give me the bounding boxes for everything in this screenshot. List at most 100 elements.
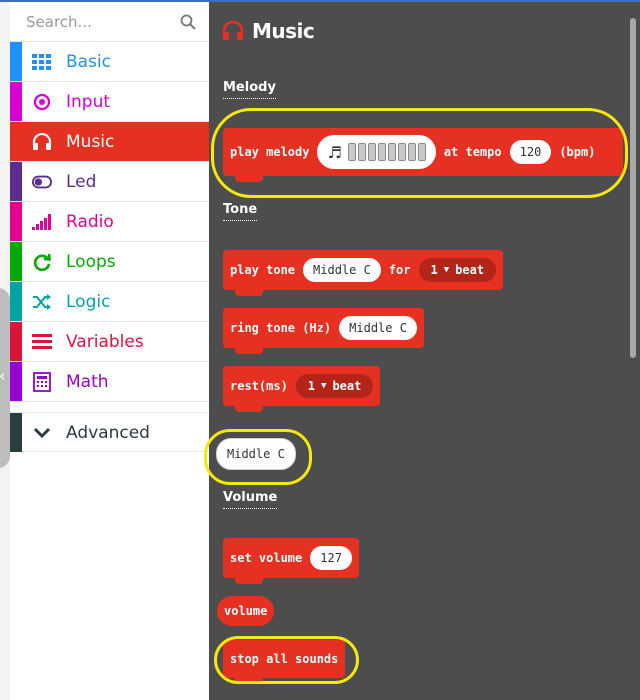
beat-dropdown[interactable]: 1 ▼ beat (418, 258, 497, 282)
melody-cell (397, 143, 406, 161)
category-label: Basic (66, 52, 112, 72)
category-label: Radio (66, 212, 114, 232)
category-label: Led (66, 172, 97, 192)
melody-cell (357, 143, 366, 161)
flyout-title-text: Music (252, 19, 315, 43)
music-note-icon: ♬ (327, 142, 342, 162)
stop-all-sounds-block[interactable]: stop all sounds (223, 640, 346, 684)
category-label: Logic (66, 292, 111, 312)
reporter-text: Middle C (227, 447, 285, 461)
flyout-title: Music (222, 18, 315, 44)
middle-c-note-reporter[interactable]: Middle C (216, 438, 296, 470)
calculator-icon (32, 372, 52, 392)
block-text: play melody (230, 145, 310, 159)
section-underline (223, 98, 276, 99)
caret-down-icon: ▼ (443, 265, 450, 275)
section-label: Volume (223, 490, 278, 505)
beat-dropdown[interactable]: 1 ▼ beat (295, 374, 374, 398)
category-advanced[interactable]: Advanced (10, 412, 209, 452)
melody-cell (367, 143, 376, 161)
beat-unit: beat (332, 379, 362, 393)
section-heading-tone: Tone (223, 202, 258, 221)
block-flyout (209, 2, 640, 700)
melody-cell (377, 143, 386, 161)
section-heading-melody: Melody (223, 80, 276, 99)
headphones-icon (32, 132, 52, 152)
category-input[interactable]: Input (10, 82, 209, 122)
category-color-bar (10, 242, 22, 281)
chevron-down-icon (32, 423, 52, 443)
volume-input[interactable]: 127 (310, 546, 352, 570)
volume-reporter[interactable]: volume (217, 596, 275, 626)
block-text: set volume (230, 551, 303, 565)
search-input[interactable]: Search... (26, 13, 92, 31)
section-label: Tone (223, 202, 258, 217)
beat-value: 1 (430, 263, 438, 277)
melody-cell (387, 143, 396, 161)
category-color-bar (10, 82, 22, 121)
note-input[interactable]: Middle C (339, 316, 417, 340)
chevron-left-icon[interactable]: ‹ (0, 366, 5, 386)
section-underline (223, 508, 278, 509)
category-color-bar (10, 322, 22, 361)
block-text: at tempo (443, 145, 502, 159)
radio-button-icon (32, 92, 52, 112)
category-math[interactable]: Math (10, 362, 209, 402)
workspace-edge: ‹ (0, 2, 10, 700)
section-heading-volume: Volume (223, 490, 278, 509)
tempo-input[interactable]: 120 (509, 140, 552, 164)
melody-cell (407, 143, 416, 161)
category-label: Input (66, 92, 111, 112)
melody-editor-field[interactable]: ♬ (317, 135, 436, 169)
category-label: Loops (66, 252, 116, 272)
refresh-icon (32, 252, 52, 272)
block-text: rest(ms) (230, 379, 288, 393)
note-input[interactable]: Middle C (303, 258, 381, 282)
block-text: play tone (230, 263, 296, 277)
category-color-bar (10, 282, 22, 321)
category-loops[interactable]: Loops (10, 242, 209, 282)
category-label: Music (66, 132, 115, 152)
flyout-scrollbar[interactable] (630, 18, 636, 358)
ring-tone-block[interactable]: ring tone (Hz) Middle C (223, 308, 424, 354)
headphones-icon (222, 21, 244, 40)
category-led[interactable]: Led (10, 162, 209, 202)
block-text: (bpm) (559, 145, 596, 159)
beat-value: 1 (307, 379, 316, 393)
category-variables[interactable]: Variables (10, 322, 209, 362)
toolbox-sidebar: Search... Basic Input Music Led Radio Lo… (10, 2, 209, 700)
category-basic[interactable]: Basic (10, 42, 209, 82)
block-text: ring tone (Hz) (230, 321, 332, 335)
section-label: Melody (223, 80, 276, 95)
melody-cell (417, 143, 426, 161)
caret-down-icon: ▼ (321, 381, 327, 391)
category-color-bar (10, 362, 22, 401)
category-color-bar (10, 122, 22, 161)
category-label: Variables (66, 332, 144, 352)
category-label: Math (66, 372, 109, 392)
melody-cell (347, 143, 356, 161)
rest-block[interactable]: rest(ms) 1 ▼ beat (223, 366, 381, 412)
play-melody-block[interactable]: play melody ♬ at tempo 120 (bpm) (223, 128, 623, 182)
toggle-icon (32, 172, 52, 192)
category-color-bar (10, 162, 22, 201)
category-music[interactable]: Music (10, 122, 209, 162)
set-volume-block[interactable]: set volume 127 (223, 538, 359, 584)
category-color-bar (10, 42, 22, 81)
beat-unit: beat (455, 263, 485, 277)
search-box[interactable]: Search... (10, 2, 209, 42)
shuffle-icon (32, 292, 52, 312)
category-color-bar (10, 202, 22, 241)
search-icon[interactable] (180, 14, 196, 30)
category-radio[interactable]: Radio (10, 202, 209, 242)
signal-bars-icon (32, 212, 52, 232)
category-color-bar (10, 413, 22, 452)
play-tone-block[interactable]: play tone Middle C for 1 ▼ beat (223, 250, 504, 296)
category-label: Advanced (66, 423, 150, 443)
block-text: stop all sounds (230, 652, 339, 666)
section-underline (223, 220, 258, 221)
block-text: for (388, 263, 411, 277)
grid-icon (32, 52, 52, 72)
category-logic[interactable]: Logic (10, 282, 209, 322)
lines-icon (32, 332, 52, 352)
